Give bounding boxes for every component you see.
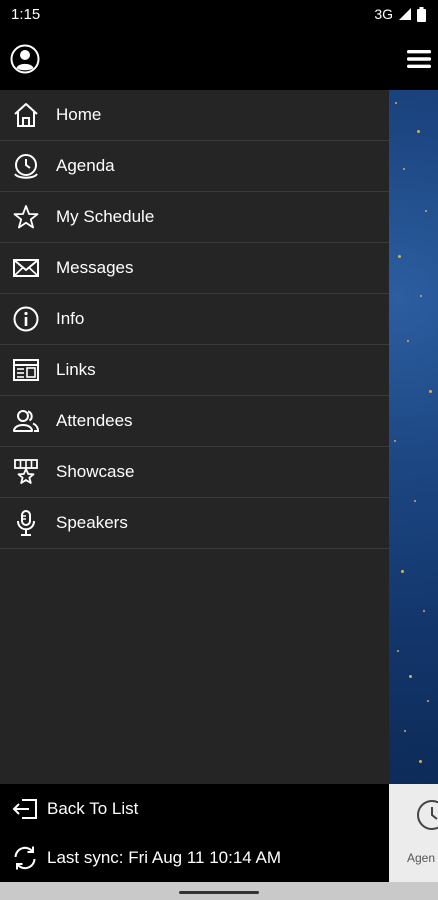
battery-icon: [417, 6, 426, 22]
drawer-item-label: Agenda: [56, 156, 115, 175]
app-header: [0, 30, 438, 90]
drawer-item-speakers[interactable]: Speakers: [0, 498, 389, 549]
status-bar: 1:15 3G: [0, 0, 438, 30]
drawer-item-label: Messages: [56, 258, 134, 277]
drawer-item-label: Speakers: [56, 513, 128, 532]
microphone-icon: [12, 509, 40, 537]
drawer-item-agenda[interactable]: Agenda: [0, 141, 389, 192]
drawer-item-messages[interactable]: Messages: [0, 243, 389, 294]
info-icon: [12, 305, 40, 333]
drawer-item-my-schedule[interactable]: My Schedule: [0, 192, 389, 243]
navigation-drawer: Home Agenda My Schedule Messages Info Li…: [0, 90, 389, 784]
back-to-list-label: Back To List: [47, 799, 139, 818]
drawer-item-label: Links: [56, 360, 96, 379]
sync-icon: [11, 844, 39, 872]
last-sync-label: Last sync: Fri Aug 11 10:14 AM: [47, 848, 282, 867]
links-icon: [12, 356, 40, 384]
signal-icon: [398, 7, 412, 21]
status-indicators: 3G: [374, 6, 426, 22]
back-to-list-button[interactable]: Back To List: [0, 784, 389, 833]
drawer-item-home[interactable]: Home: [0, 90, 389, 141]
envelope-icon: [12, 254, 40, 282]
drawer-item-links[interactable]: Links: [0, 345, 389, 396]
background-banner: [389, 90, 438, 784]
showcase-icon: [12, 458, 40, 486]
home-icon: [12, 101, 40, 129]
attendees-icon: [12, 407, 40, 435]
agenda-tab-label[interactable]: Agen: [407, 851, 435, 865]
home-indicator[interactable]: [179, 891, 259, 894]
drawer-footer: Back To List Last sync: Fri Aug 11 10:14…: [0, 784, 389, 882]
hamburger-menu-icon[interactable]: [406, 48, 432, 70]
background-tab-bar: Agen: [389, 784, 438, 882]
sync-status[interactable]: Last sync: Fri Aug 11 10:14 AM: [0, 833, 389, 882]
drawer-item-showcase[interactable]: Showcase: [0, 447, 389, 498]
drawer-item-label: Attendees: [56, 411, 133, 430]
drawer-item-label: Info: [56, 309, 85, 328]
exit-arrow-icon: [11, 795, 39, 823]
drawer-item-label: Home: [56, 105, 102, 124]
drawer-item-info[interactable]: Info: [0, 294, 389, 345]
drawer-item-label: Showcase: [56, 462, 135, 481]
drawer-item-attendees[interactable]: Attendees: [0, 396, 389, 447]
drawer-item-label: My Schedule: [56, 207, 155, 226]
app-screen: 1:15 3G Agen Home Agenda My Schedule Mes…: [0, 0, 438, 900]
clock-icon: [12, 152, 40, 180]
status-time: 1:15: [11, 6, 41, 23]
network-type: 3G: [374, 6, 393, 22]
agenda-tab-icon[interactable]: [415, 798, 438, 832]
star-icon: [12, 203, 40, 231]
system-navigation-bar: [0, 882, 438, 900]
profile-icon[interactable]: [10, 44, 40, 74]
